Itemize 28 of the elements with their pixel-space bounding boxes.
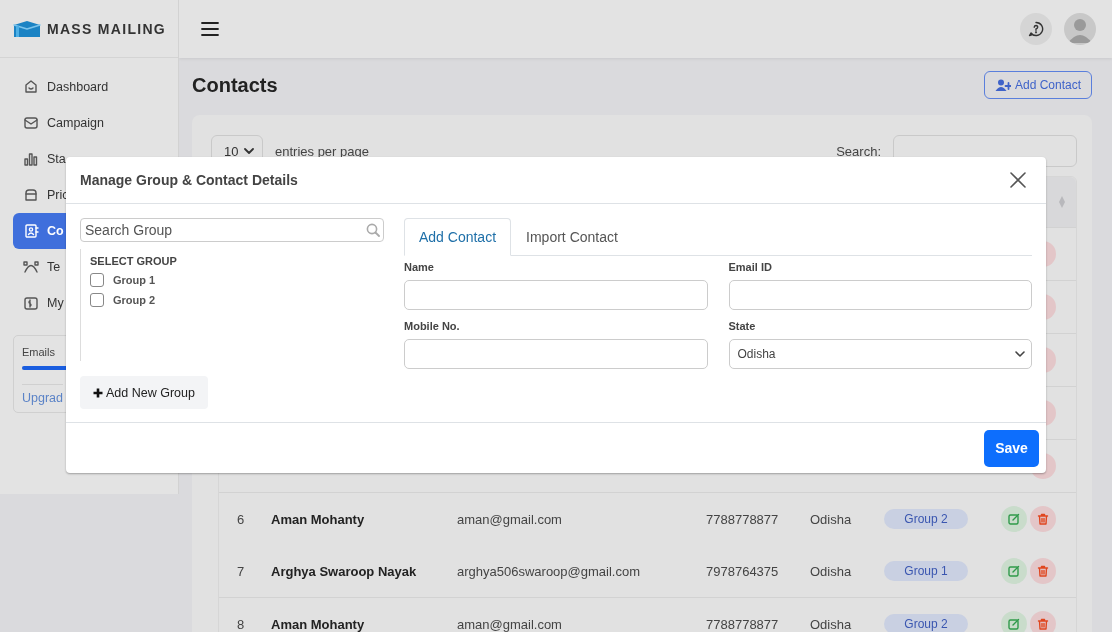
table-cell-text: 6 <box>236 511 246 527</box>
table-cell-text: 7788778877 <box>706 511 780 527</box>
table-cell-text: 7978764375 <box>706 563 780 579</box>
table-cell-text: Odisha <box>810 616 853 632</box>
field-label: Email ID <box>728 261 773 273</box>
dialog-title: Manage Group & Contact Details <box>80 172 298 188</box>
field-label: State <box>728 320 757 332</box>
table-cell-text: 7 <box>236 563 246 579</box>
table-cell-text: aman@gmail.com <box>457 511 563 527</box>
table-cell-text: Arghya Swaroop Nayak <box>270 563 418 579</box>
table-cell-text: 7788778877 <box>706 616 780 632</box>
group-tag: Group 2 <box>884 614 968 632</box>
table-cell-text: Odisha <box>810 563 853 579</box>
table-cell-text: arghya506swaroop@gmail.com <box>457 563 641 579</box>
field-label: Mobile No. <box>404 320 461 332</box>
table-cell-text: aman@gmail.com <box>457 616 563 632</box>
usage-label: Emails <box>22 346 56 358</box>
brand-name: MASS MAILING <box>47 20 167 37</box>
table-cell-text: Odisha <box>810 511 853 527</box>
page-title: Contacts <box>192 73 278 97</box>
search-label: Search: <box>836 143 881 159</box>
table-cell-text: Aman Mohanty <box>270 616 366 632</box>
group-tag: Group 1 <box>884 561 968 581</box>
table-cell-text: 8 <box>236 616 246 632</box>
section-heading: SELECT GROUP <box>90 255 178 267</box>
group-tag: Group 2 <box>884 509 968 529</box>
field-label: Name <box>404 261 435 273</box>
table-cell-text: Aman Mohanty <box>270 511 366 527</box>
